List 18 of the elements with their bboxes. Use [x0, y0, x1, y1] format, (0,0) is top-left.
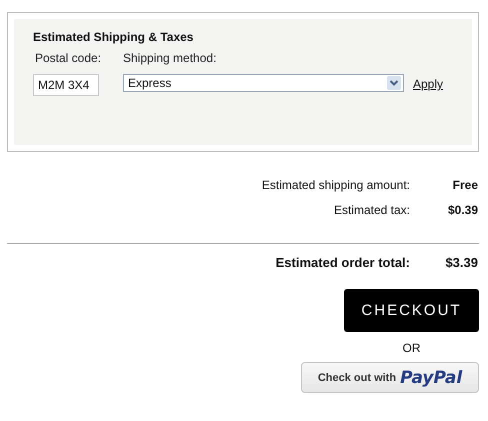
- apply-link[interactable]: Apply: [413, 74, 472, 91]
- summary-value: $0.39: [446, 202, 478, 216]
- or-text: OR: [402, 341, 422, 355]
- panel-title: Estimated Shipping & Taxes: [33, 30, 194, 44]
- postal-code-field[interactable]: M2M 3X4: [33, 74, 99, 96]
- checkout-button[interactable]: CHECKOUT: [344, 289, 479, 332]
- paypal-logo: PayPal: [400, 368, 462, 388]
- summary-value: Free: [452, 178, 478, 192]
- paypal-button-label: Check out with: [318, 372, 396, 384]
- shipping-method-label: Shipping method:: [123, 51, 218, 65]
- paypal-checkout-button[interactable]: Check out with PayPal: [301, 362, 479, 393]
- dropdown-caret-icon: [387, 76, 401, 90]
- total-value: $3.39: [444, 255, 478, 270]
- shipping-method-select[interactable]: Express: [123, 74, 404, 92]
- summary-label: Estimated tax:: [334, 202, 410, 216]
- postal-code-label: Postal code:: [34, 51, 102, 65]
- total-label: Estimated order total:: [276, 255, 410, 270]
- summary-label: Estimated shipping amount:: [262, 178, 410, 192]
